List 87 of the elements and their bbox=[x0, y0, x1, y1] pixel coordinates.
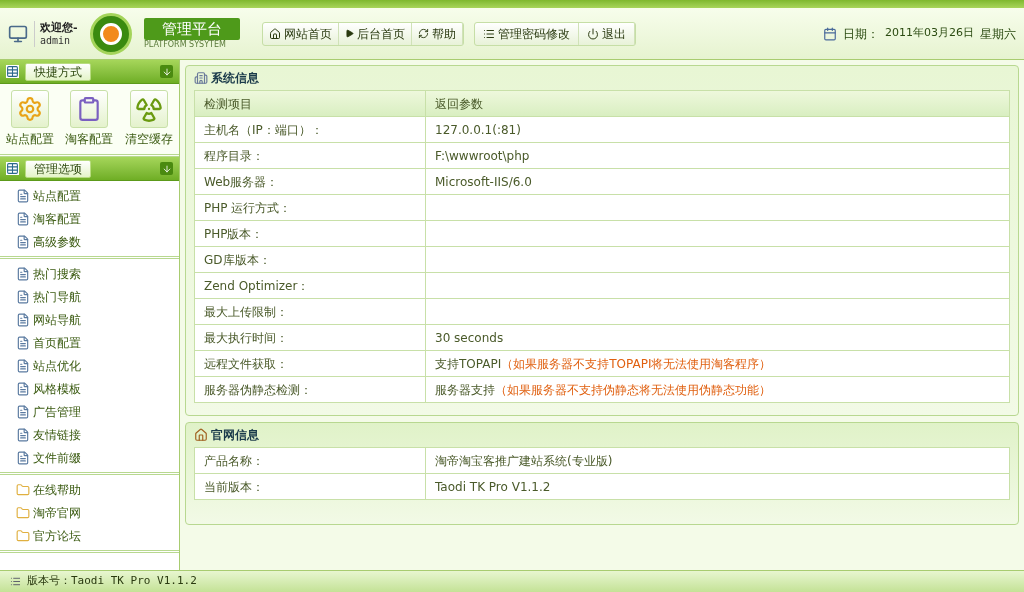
welcome-text: 欢迎您- bbox=[40, 20, 79, 34]
menu-item[interactable]: 首页配置 bbox=[16, 331, 179, 354]
document-icon bbox=[16, 289, 30, 304]
date-label: 日期： bbox=[843, 25, 879, 43]
document-icon bbox=[16, 427, 30, 442]
column-header: 检测项目 bbox=[194, 90, 426, 117]
user-icon bbox=[8, 23, 28, 44]
table-cell: PHP版本： bbox=[194, 220, 426, 247]
document-icon bbox=[16, 312, 30, 327]
panel-title: 快捷方式 bbox=[25, 62, 91, 81]
menu-item[interactable]: 广告管理 bbox=[16, 400, 179, 423]
document-icon bbox=[16, 404, 30, 419]
table-cell: 支持TOPAPI（如果服务器不支持TOPAPI将无法使用淘客程序） bbox=[425, 350, 1010, 377]
radiation-icon bbox=[135, 95, 164, 123]
table-cell: 30 seconds bbox=[425, 324, 1010, 351]
table-cell: Web服务器： bbox=[194, 168, 426, 195]
folder-icon bbox=[16, 505, 30, 520]
menu-item[interactable]: 站点优化 bbox=[16, 354, 179, 377]
table-cell: GD库版本： bbox=[194, 246, 426, 273]
document-icon bbox=[16, 450, 30, 465]
panel-title: 官网信息 bbox=[211, 427, 259, 444]
table-cell: 产品名称： bbox=[194, 447, 426, 474]
folder-icon bbox=[16, 528, 30, 543]
menu-item[interactable]: 热门导航 bbox=[16, 285, 179, 308]
nav-link[interactable]: 退出 bbox=[579, 22, 635, 45]
menu-item[interactable]: 热门搜索 bbox=[16, 262, 179, 285]
gears-icon bbox=[16, 96, 43, 122]
nav-link[interactable]: 网站首页 bbox=[263, 22, 339, 45]
table-cell: Taodi TK Pro V1.1.2 bbox=[425, 473, 1010, 500]
logo-title: 管理平台 bbox=[144, 17, 240, 40]
table-cell: PHP 运行方式： bbox=[194, 194, 426, 221]
nav-link[interactable]: 帮助 bbox=[412, 22, 463, 45]
column-header: 返回参数 bbox=[425, 90, 1010, 117]
table-cell: Microsoft-IIS/6.0 bbox=[425, 168, 1010, 195]
table-cell: 远程文件获取： bbox=[194, 350, 426, 377]
menu-item[interactable]: 淘客配置 bbox=[16, 207, 179, 230]
menu-item[interactable]: 文件前缀 bbox=[16, 446, 179, 469]
document-icon bbox=[16, 188, 30, 203]
table-icon bbox=[6, 65, 19, 78]
date-text: 2011年03月26日 bbox=[885, 25, 974, 42]
table-cell: 主机名（IP：端口）： bbox=[194, 116, 426, 143]
building-icon bbox=[194, 71, 208, 85]
menu-item[interactable]: 高级参数 bbox=[16, 230, 179, 253]
panel-title: 管理选项 bbox=[25, 159, 91, 178]
weekday-text: 星期六 bbox=[980, 25, 1016, 43]
menu-item[interactable]: 风格模板 bbox=[16, 377, 179, 400]
list-icon bbox=[483, 27, 495, 40]
home-icon bbox=[269, 27, 281, 40]
menu-item[interactable]: 站点配置 bbox=[16, 184, 179, 207]
document-icon bbox=[16, 335, 30, 350]
document-icon bbox=[16, 234, 30, 249]
document-icon bbox=[16, 358, 30, 373]
panel-title: 系统信息 bbox=[211, 70, 259, 87]
menu-item[interactable]: 网站导航 bbox=[16, 308, 179, 331]
version-text: 版本号：Taodi TK Pro V1.1.2 bbox=[27, 573, 197, 590]
power-icon bbox=[587, 27, 599, 40]
play-icon bbox=[345, 29, 354, 38]
logo-subtitle: PLATFORM SYSYTEM bbox=[144, 39, 227, 50]
nav-link[interactable]: 后台首页 bbox=[339, 22, 412, 45]
document-icon bbox=[16, 381, 30, 396]
collapse-button[interactable] bbox=[160, 162, 173, 175]
table-cell: 127.0.0.1(:81) bbox=[425, 116, 1010, 143]
table-cell: F:\wwwroot\php bbox=[425, 142, 1010, 169]
calendar-icon bbox=[823, 26, 837, 41]
collapse-button[interactable] bbox=[160, 65, 173, 78]
table-cell: 最大上传限制： bbox=[194, 298, 426, 325]
username: admin bbox=[40, 33, 72, 47]
table-cell: 程序目录： bbox=[194, 142, 426, 169]
refresh-icon bbox=[418, 28, 429, 39]
menu-item[interactable]: 在线帮助 bbox=[16, 478, 179, 501]
table-cell: 服务器支持（如果服务器不支持伪静态将无法使用伪静态功能） bbox=[425, 376, 1010, 403]
table-cell: 最大执行时间： bbox=[194, 324, 426, 351]
menu-item[interactable]: 官方论坛 bbox=[16, 524, 179, 547]
table-cell: Zend Optimizer： bbox=[194, 272, 426, 299]
table-cell: 淘帝淘宝客推广建站系统(专业版) bbox=[425, 447, 1010, 474]
table-icon bbox=[6, 162, 19, 175]
home-icon bbox=[194, 428, 208, 442]
folder-icon bbox=[16, 482, 30, 497]
document-icon bbox=[16, 211, 30, 226]
menu-item[interactable]: 友情链接 bbox=[16, 423, 179, 446]
table-cell: 当前版本： bbox=[194, 473, 426, 500]
menu-item[interactable]: 淘帝官网 bbox=[16, 501, 179, 524]
table-cell: 服务器伪静态检测： bbox=[194, 376, 426, 403]
logo-icon bbox=[90, 12, 132, 55]
nav-link[interactable]: 管理密码修改 bbox=[475, 22, 579, 45]
document-icon bbox=[16, 266, 30, 281]
list-icon bbox=[10, 576, 21, 587]
